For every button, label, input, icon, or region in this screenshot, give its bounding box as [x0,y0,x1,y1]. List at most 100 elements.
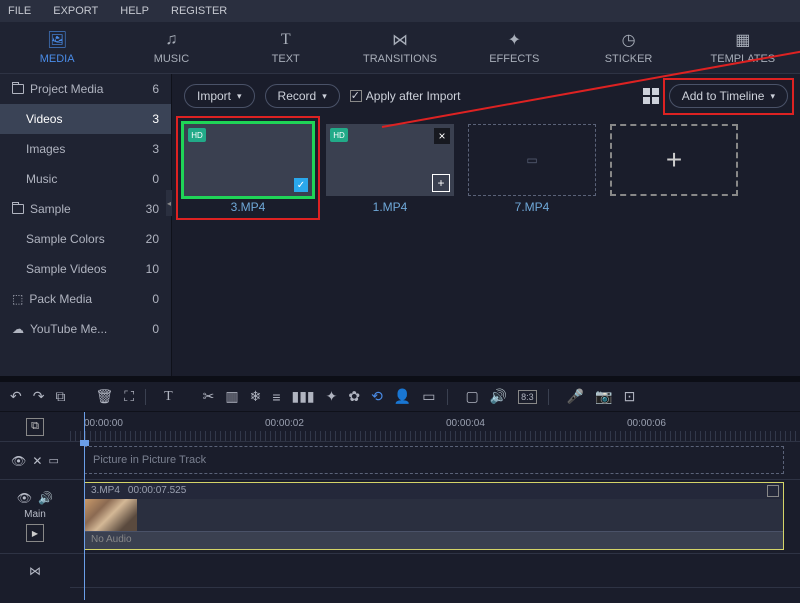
tab-label: MEDIA [40,53,75,65]
thumbnail-image: ▭ [468,124,596,196]
sidebar-item-videos[interactable]: Videos 3 [0,104,171,134]
mic-button[interactable]: 🎤 [567,388,584,405]
button-label: Add to Timeline [682,89,765,103]
media-item-3mp4[interactable]: HD ✓ 3.MP4 [184,124,312,214]
sidebar-item-pack-media[interactable]: ⬚Pack Media 0 [0,284,171,314]
placeholder-icon: ▭ [526,153,537,167]
transitions-track[interactable] [70,554,800,588]
freeze-button[interactable]: ❄ [250,388,262,405]
sidebar-item-label: Videos [26,112,62,126]
main-split: Project Media 6 Videos 3 Images 3 Music … [0,74,800,376]
import-button[interactable]: Import ▾ [184,84,255,108]
main-track[interactable]: 3.MP4 00:00:07.525 No Audio [70,480,800,554]
eye-icon[interactable]: 👁 [11,454,26,468]
thumbnail-image: HD ✓ [184,124,312,196]
view-grid-toggle[interactable] [643,88,659,104]
sticker-icon: ◷ [622,31,636,49]
settings-button[interactable]: ✿ [348,388,360,405]
main-track-label: Main [24,509,46,520]
eye-icon[interactable]: 👁 [17,491,32,505]
effects-icon: ✦ [508,31,521,49]
sidebar-collapse-toggle[interactable]: ◂ [166,190,172,216]
chevron-down-icon: ▾ [322,91,327,102]
focus-button[interactable]: ⊡ [624,388,636,405]
sidebar-item-count: 30 [146,202,159,216]
tab-label: EFFECTS [489,53,539,65]
redo-button[interactable]: ↷ [33,388,45,405]
layers-icon[interactable]: ⧉ [26,418,44,436]
tab-transitions[interactable]: ⋈ TRANSITIONS [343,31,457,65]
pip-track[interactable]: Picture in Picture Track [70,442,800,480]
add-to-timeline-icon[interactable]: + [432,174,450,192]
check-icon: ✓ [294,178,308,192]
sidebar-item-count: 10 [146,262,159,276]
expand-icon[interactable] [767,485,779,497]
menu-register[interactable]: REGISTER [171,5,227,17]
sidebar-item-sample-colors[interactable]: Sample Colors 20 [0,224,171,254]
sync-button[interactable]: ⟲ [371,388,383,405]
volume-button[interactable]: 🔊 [490,388,507,405]
play-button[interactable]: ▶ [26,524,44,542]
crop-tool-button[interactable]: ▢ [466,388,479,405]
text-tool-button[interactable]: T [164,389,173,405]
filmstrip-button[interactable]: ▥ [225,388,238,405]
media-item-1mp4[interactable]: HD × + 1.MP4 [326,124,454,214]
delete-button[interactable]: 🗑 [95,388,113,405]
tab-sticker[interactable]: ◷ STICKER [571,31,685,65]
sidebar-item-label: Images [26,142,65,156]
thumbnail-caption: 1.MP4 [373,200,408,214]
label-button[interactable]: ▭ [422,388,435,405]
cut-button[interactable]: ✂ [203,388,215,405]
sidebar-item-count: 3 [152,142,159,156]
close-icon[interactable]: × [434,128,450,144]
tab-music[interactable]: ♫ MUSIC [114,31,228,65]
sidebar-item-label: Sample Videos [26,262,107,276]
sidebar-item-sample[interactable]: Sample 30 [0,194,171,224]
crop-button[interactable]: ⛶ [124,388,134,405]
sidebar-item-music[interactable]: Music 0 [0,164,171,194]
pip-label: Picture in Picture Track [93,454,206,466]
menu-export[interactable]: EXPORT [53,5,98,17]
speaker-icon[interactable]: 🔊 [38,491,53,505]
tab-effects[interactable]: ✦ EFFECTS [457,31,571,65]
camera-button[interactable]: 📷 [595,388,612,405]
sidebar-item-sample-videos[interactable]: Sample Videos 10 [0,254,171,284]
effect-button[interactable]: ✦ [326,388,338,405]
sidebar-item-project-media[interactable]: Project Media 6 [0,74,171,104]
thumbnail-caption: 3.MP4 [231,200,266,214]
tab-text[interactable]: T TEXT [229,31,343,65]
lock-icon[interactable]: ✕ [32,454,42,468]
playhead[interactable] [80,440,89,446]
add-to-timeline-button[interactable]: Add to Timeline ▾ [669,84,788,108]
ruler-tick: 00:00:02 [265,418,304,429]
undo-button[interactable]: ↶ [10,388,22,405]
sidebar-item-images[interactable]: Images 3 [0,134,171,164]
chevron-down-icon: ▾ [770,91,775,102]
sidebar-item-youtube-media[interactable]: ☁YouTube Me... 0 [0,314,171,344]
clip-thumbnail [85,499,137,531]
menu-help[interactable]: HELP [120,5,149,17]
list-button[interactable]: ≡ [272,389,280,405]
sidebar-item-label: Music [26,172,57,186]
add-media-button[interactable]: + [610,124,738,214]
chevron-down-icon: ▾ [237,91,242,102]
sidebar-item-count: 0 [152,322,159,336]
tab-media[interactable]: 🖼 MEDIA [0,31,114,65]
clip-duration: 00:00:07.525 [128,485,186,497]
record-button[interactable]: Record ▾ [265,84,340,108]
media-item-7mp4[interactable]: ▭ 7.MP4 [468,124,596,214]
button-label: Import [197,89,231,103]
menu-file[interactable]: FILE [8,5,31,17]
person-button[interactable]: 👤 [394,388,411,405]
timeline-clip-3mp4[interactable]: 3.MP4 00:00:07.525 No Audio [84,482,784,550]
media-icon: 🖼 [47,31,67,49]
columns-button[interactable]: ▮▮▮ [292,388,315,405]
ratio-button[interactable]: 8:3 [518,390,537,404]
apply-after-import-checkbox[interactable]: Apply after Import [350,89,461,103]
media-content: ◂ Import ▾ Record ▾ Apply after Import A… [172,74,800,376]
timeline-ruler[interactable]: 00:00:00 00:00:02 00:00:04 00:00:06 [70,412,800,442]
sidebar-item-label: Project Media [30,82,103,96]
copy-button[interactable]: ⧉ [55,388,65,405]
tab-templates[interactable]: ▦ TEMPLATES [686,31,800,65]
ruler-tick: 00:00:00 [84,418,123,429]
